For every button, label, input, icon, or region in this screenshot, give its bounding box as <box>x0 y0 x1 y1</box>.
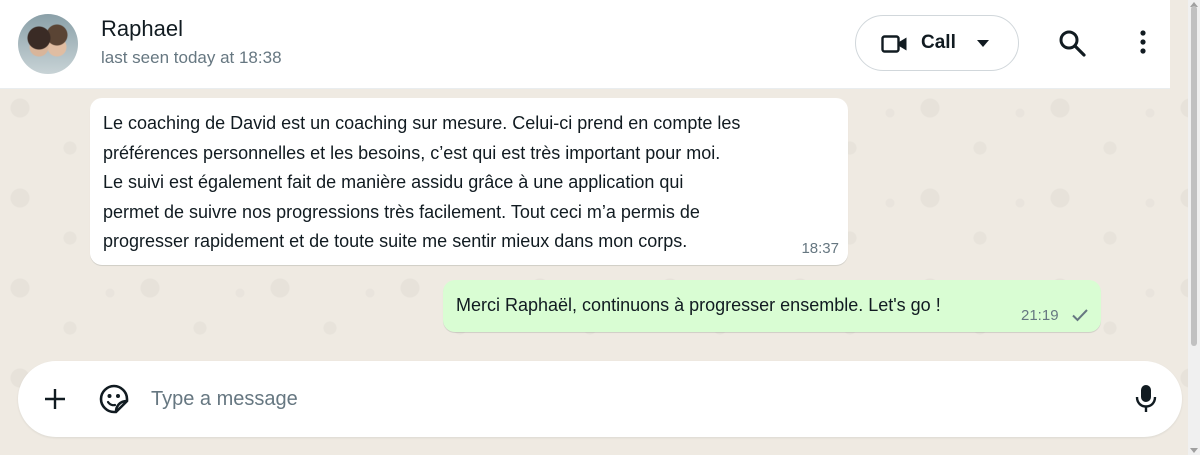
scroll-thumb[interactable] <box>1191 6 1197 346</box>
message-input[interactable] <box>151 379 1111 419</box>
incoming-message-bubble[interactable]: Le coaching de David est un coaching sur… <box>90 98 848 265</box>
caret-down-icon[interactable] <box>977 40 989 48</box>
kebab-menu-icon[interactable] <box>1134 29 1152 57</box>
contact-name[interactable]: Raphael <box>101 16 183 42</box>
message-text: Le coaching de David est un coaching sur… <box>103 113 741 251</box>
outgoing-message-bubble[interactable]: Merci Raphaël, continuons à progresser e… <box>443 280 1101 332</box>
call-button-label: Call <box>921 32 956 53</box>
search-icon[interactable] <box>1058 29 1086 57</box>
message-text: Merci Raphaël, continuons à progresser e… <box>456 295 941 315</box>
video-camera-icon <box>881 35 907 53</box>
scroll-down-icon[interactable] <box>1190 448 1198 453</box>
contact-avatar[interactable] <box>18 14 78 74</box>
call-button[interactable]: Call <box>855 15 1019 71</box>
microphone-icon[interactable] <box>1135 384 1157 414</box>
message-time: 21:19 <box>1021 307 1059 324</box>
message-time: 18:37 <box>801 240 839 257</box>
last-seen-status: last seen today at 18:38 <box>101 48 282 67</box>
sticker-icon[interactable] <box>98 383 130 415</box>
message-composer <box>18 361 1182 437</box>
plus-icon[interactable] <box>44 388 66 410</box>
single-check-icon <box>1072 309 1088 322</box>
chat-scrollbar[interactable] <box>1188 0 1200 455</box>
chat-header: Raphael last seen today at 18:38 Call <box>0 0 1170 89</box>
